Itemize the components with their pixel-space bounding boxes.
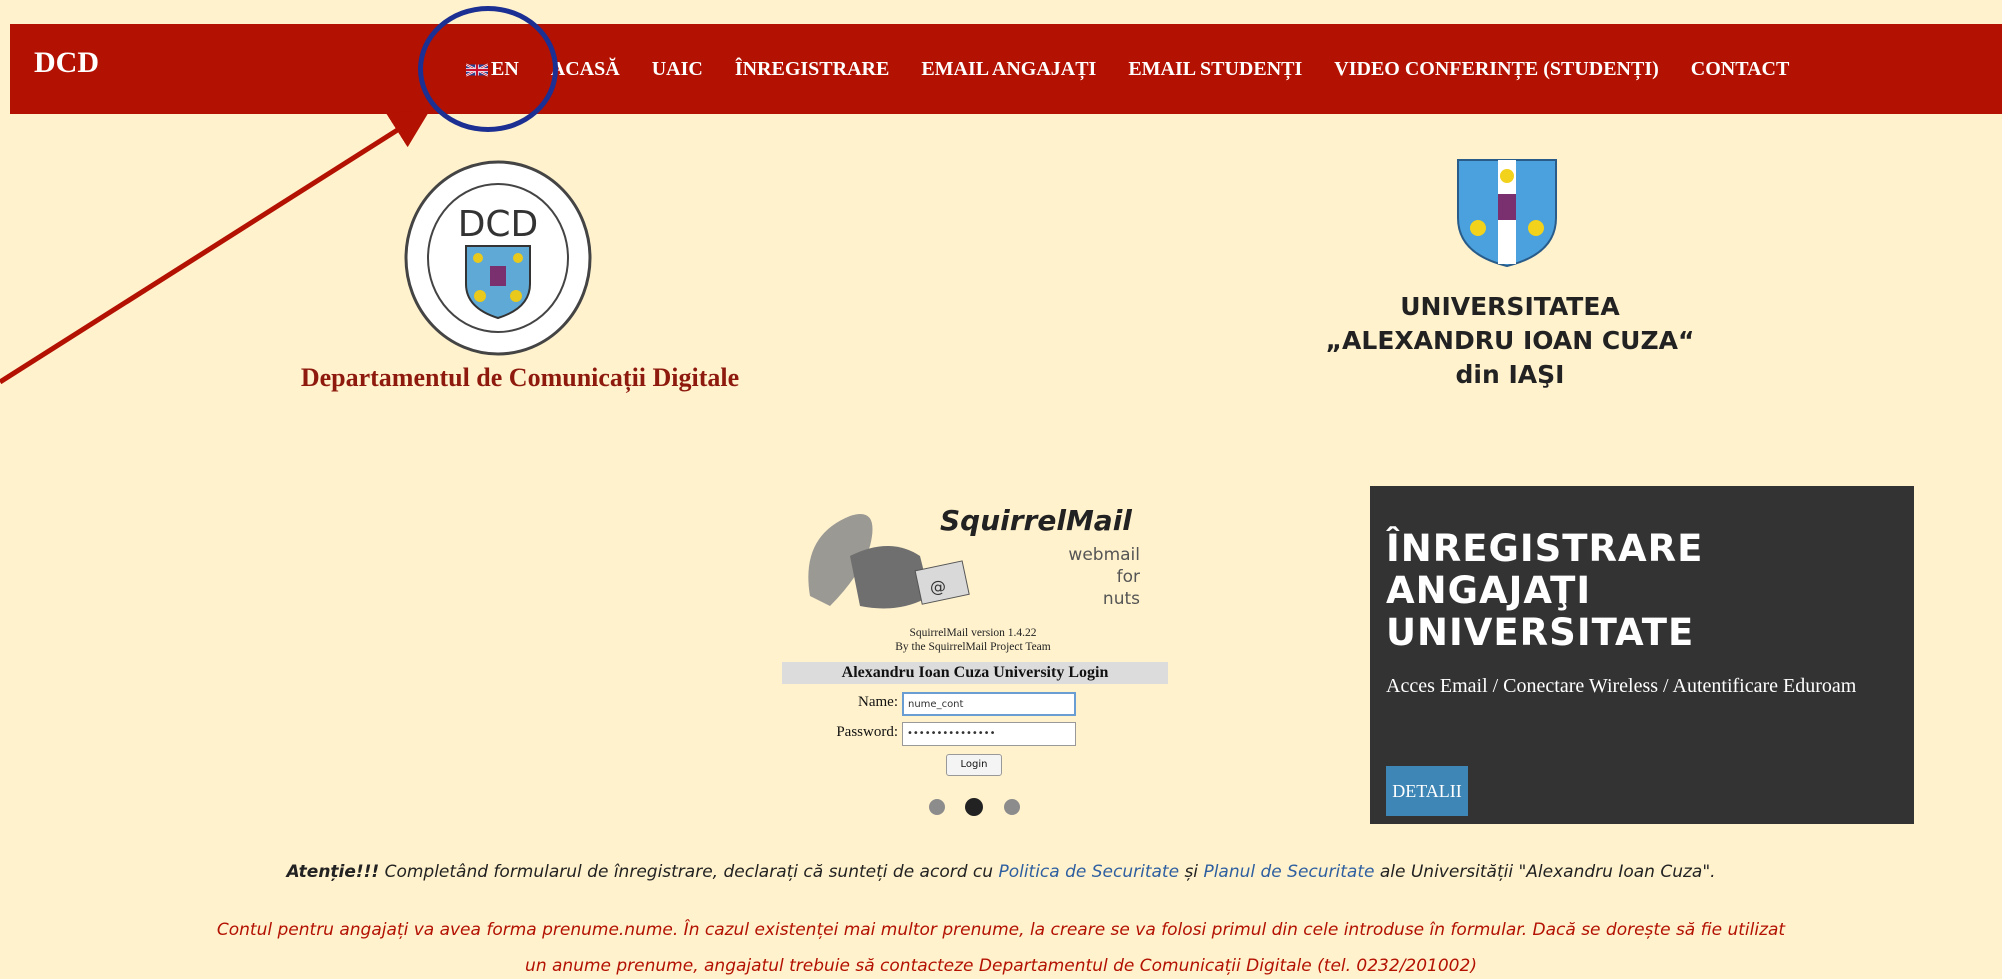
squirrelmail-logo-title: SquirrelMail [940,504,1132,537]
tagline-line2: for [1116,567,1140,587]
dcd-seal-logo: DCD [404,160,592,356]
university-name-line2: „ALEXANDRU IOAN CUZA“ [1325,326,1695,355]
notice-bold: Atenție!!! [286,862,380,882]
name-field[interactable]: nume_cont [902,692,1076,716]
university-name-line1: UNIVERSITATEA [1400,292,1620,321]
account-warning: Contul pentru angajați va avea forma pre… [40,912,1962,979]
department-name: Departamentul de Comunicații Digitale [300,363,740,392]
svg-text:DCD: DCD [458,204,539,245]
notice-text: Completând formularul de înregistrare, d… [379,862,999,882]
university-name: UNIVERSITATEA „ALEXANDRU IOAN CUZA“ din … [1290,290,1730,392]
registration-title-line1: ÎNREGISTRARE [1386,527,1704,570]
tagline-line1: webmail [1068,545,1140,565]
details-button[interactable]: DETALII [1386,766,1468,816]
password-field[interactable]: ••••••••••••••• [902,722,1076,746]
security-plan-link[interactable]: Planul de Securitate [1203,862,1374,882]
warning-line1: Contul pentru angajați va avea forma pre… [216,920,1786,940]
security-notice: Atenție!!! Completând formularul de înre… [0,862,2002,882]
version-text: SquirrelMail version 1.4.22 [909,627,1037,639]
university-name-line3: din IAŞI [1455,360,1565,389]
login-button[interactable]: Login [946,754,1002,776]
warning-line2: un anume prenume, angajatul trebuie să c… [525,956,1477,976]
registration-title-line2: ANGAJAŢI [1386,569,1592,612]
carousel-dot-1[interactable] [929,799,945,815]
login-title: Alexandru Ioan Cuza University Login [782,662,1168,684]
svg-text:@: @ [930,577,946,596]
name-label: Name: [858,694,898,710]
carousel-dot-3[interactable] [1004,799,1020,815]
carousel-dot-2[interactable] [965,798,983,816]
team-text: By the SquirrelMail Project Team [895,641,1051,653]
registration-panel: ÎNREGISTRARE ANGAJAŢI UNIVERSITATE Acces… [1370,486,1914,824]
university-crest-logo [1457,159,1557,268]
security-policy-link[interactable]: Politica de Securitate [998,862,1179,882]
password-label: Password: [836,724,898,740]
notice-text: și [1179,862,1204,882]
registration-title: ÎNREGISTRARE ANGAJAŢI UNIVERSITATE [1386,528,1906,654]
squirrelmail-tagline: webmail for nuts [1020,544,1140,610]
registration-description: Acces Email / Conectare Wireless / Auten… [1386,675,1857,697]
notice-text: ale Universității "Alexandru Ioan Cuza". [1374,862,1716,882]
tagline-line3: nuts [1102,589,1140,609]
squirrelmail-version: SquirrelMail version 1.4.22 By the Squir… [780,626,1166,654]
registration-title-line3: UNIVERSITATE [1386,611,1695,654]
